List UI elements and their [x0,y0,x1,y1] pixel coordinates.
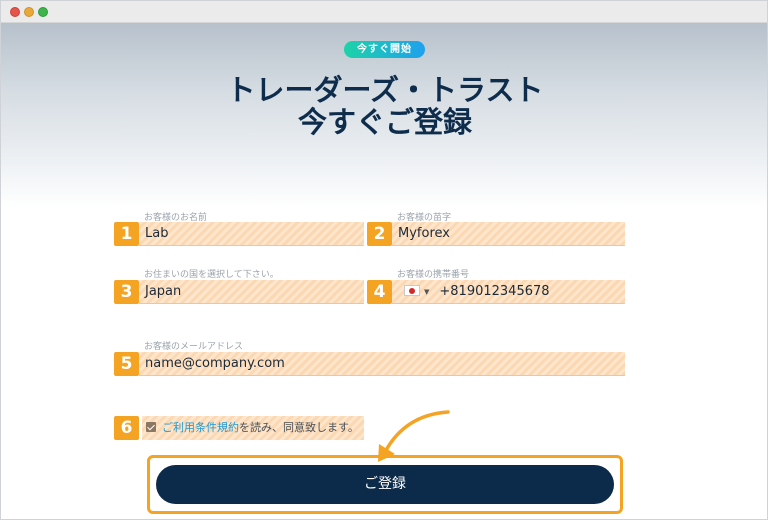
start-now-badge: 今すぐ開始 [344,41,425,58]
maximize-window-dot[interactable] [38,7,48,17]
browser-window: 今すぐ開始 トレーダーズ・トラスト 今すぐご登録 お客様のお名前 1 Lab お… [0,0,768,520]
step-badge-6: 6 [114,416,139,440]
window-titlebar [1,1,767,23]
terms-link[interactable]: ご利用条件規約 [162,421,239,434]
step-badge-4: 4 [367,280,392,304]
terms-checkbox[interactable] [146,422,156,432]
register-button[interactable]: ご登録 [156,465,614,504]
email-input[interactable]: name@company.com [139,352,625,376]
close-window-dot[interactable] [10,7,20,17]
country-code-dropdown-icon[interactable]: ▼ [424,280,429,304]
terms-text: を読み、同意致します。 [239,421,359,434]
step-badge-5: 5 [114,352,139,376]
phone-number-value: +819012345678 [439,284,550,299]
step-badge-1: 1 [114,222,139,246]
last-name-input[interactable]: Myforex [392,222,625,246]
japan-flag-icon[interactable] [404,285,420,296]
phone-input[interactable]: ▼ +819012345678 [392,280,625,304]
email-label: お客様のメールアドレス [144,342,244,352]
registration-page: 今すぐ開始 トレーダーズ・トラスト 今すぐご登録 お客様のお名前 1 Lab お… [1,23,767,519]
page-title-line2: 今すぐご登録 [297,105,472,139]
step-badge-3: 3 [114,280,139,304]
step-badge-2: 2 [367,222,392,246]
phone-label: お客様の携帯番号 [397,270,470,280]
terms-agreement: ご利用条件規約を読み、同意致します。 [142,416,364,440]
country-select[interactable]: Japan [139,280,364,304]
first-name-input[interactable]: Lab [139,222,364,246]
country-label: お住まいの国を選択して下さい。 [144,270,279,280]
minimize-window-dot[interactable] [24,7,34,17]
